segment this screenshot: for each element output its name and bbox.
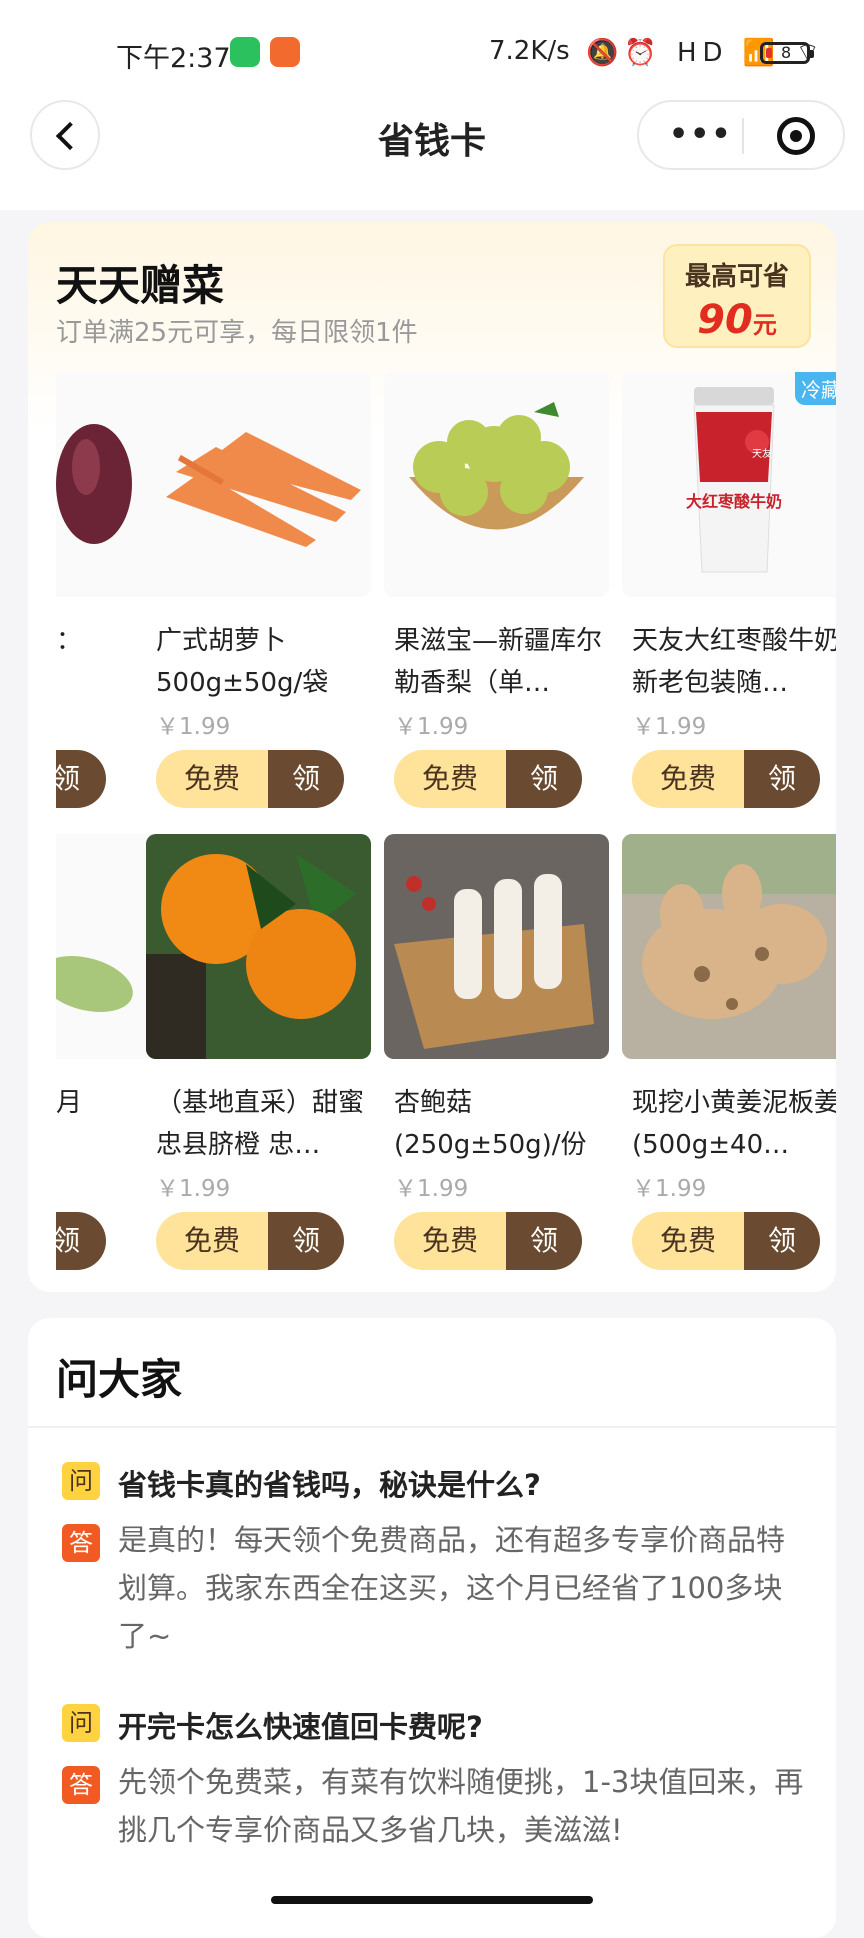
product-name: 天友大红枣酸牛奶 新老包装随… (632, 626, 836, 698)
product-name: 月 (56, 1088, 83, 1118)
free-label: 免费 (632, 750, 744, 808)
product-name: 现挖小黄姜泥板姜 (500g±40… (632, 1088, 836, 1160)
free-grab-button[interactable]: 免费 领 (632, 1212, 820, 1270)
faq-answer: 先领个免费菜，有菜有饮料随便挑，1-3块值回来，再挑几个专享价商品又多省几块，美… (118, 1765, 804, 1847)
daily-free-card: 天天赠菜 订单满25元可享，每日限领1件 最高可省 90元 ： 领 广式胡萝卜5… (28, 222, 836, 1292)
free-grab-button[interactable]: 免费 领 (156, 1212, 344, 1270)
faq-question: 开完卡怎么快速值回卡费呢? (118, 1710, 483, 1744)
free-grab-button[interactable]: 免费 领 (394, 750, 582, 808)
grab-label: 领 (506, 750, 582, 808)
battery-level: 8 (781, 43, 792, 62)
app-notification-icon (270, 37, 300, 67)
free-label: 免费 (632, 1212, 744, 1270)
yogurt-brand: 天友 (752, 447, 772, 460)
product-card[interactable]: 杏鲍菇(250g±50g)/份 ￥1.99 免费 领 (384, 834, 609, 1274)
free-grab-button[interactable]: 免费 领 (632, 750, 820, 808)
status-bar: 下午2:37 7.2K/s 🔕⏰ HD 📶 ⌔ 8 (0, 0, 864, 100)
product-image: 大红枣酸牛奶 天友 冷藏 (622, 372, 836, 597)
product-card-partial[interactable]: ： 领 (56, 372, 156, 812)
free-grab-button[interactable]: 免费 领 (156, 750, 344, 808)
status-time: 下午2:37 (116, 43, 231, 74)
grab-label: 领 (56, 750, 106, 808)
ginger-image (622, 834, 836, 1059)
mushroom-image (384, 834, 609, 1059)
product-price: ￥1.99 (632, 1176, 707, 1202)
product-card[interactable]: 果滋宝—新疆库尔勒香梨（单… ￥1.99 免费 领 (384, 372, 609, 812)
product-price: ￥1.99 (156, 1176, 231, 1202)
product-name: ： (56, 626, 83, 656)
nav-bar: 省钱卡 ••• (0, 100, 864, 210)
grab-label: 领 (744, 1212, 820, 1270)
product-card-partial[interactable]: 月 领 (56, 834, 156, 1274)
more-icon[interactable]: ••• (669, 120, 733, 150)
grab-label: 领 (744, 750, 820, 808)
product-image (146, 372, 371, 597)
grab-label: 领 (268, 1212, 344, 1270)
daily-subtitle: 订单满25元可享，每日限领1件 (56, 318, 418, 348)
grab-button[interactable]: 领 (56, 1212, 106, 1270)
free-label: 免费 (156, 750, 268, 808)
question-tag: 问 (62, 1704, 100, 1742)
product-name: 果滋宝—新疆库尔勒香梨（单… (394, 626, 603, 698)
badge-label: 最高可省 (684, 262, 789, 292)
faq-card: 问大家 问 省钱卡真的省钱吗，秘诀是什么? 答 是真的！每天领个免费商品，还有超… (28, 1318, 836, 1938)
product-price: ￥1.99 (156, 714, 231, 740)
product-card[interactable]: （基地直采）甜蜜忠县脐橙 忠… ￥1.99 免费 领 (146, 834, 371, 1274)
grab-label: 领 (506, 1212, 582, 1270)
answer-tag: 答 (62, 1766, 100, 1804)
question-tag: 问 (62, 1462, 100, 1500)
yogurt-label: 大红枣酸牛奶 (686, 492, 782, 511)
grab-label: 领 (268, 750, 344, 808)
free-label: 免费 (394, 750, 506, 808)
daily-title: 天天赠菜 (56, 261, 225, 310)
product-image (622, 834, 836, 1059)
battery-icon: 8 (760, 42, 814, 64)
carrot-image (146, 372, 371, 597)
faq-divider (28, 1426, 836, 1428)
grab-label: 领 (56, 1212, 106, 1270)
free-grab-button[interactable]: 免费 领 (394, 1212, 582, 1270)
product-card[interactable]: 大红枣酸牛奶 天友 冷藏 天友大红枣酸牛奶 新老包装随… ￥1.99 免费 领 (622, 372, 836, 812)
faq-title: 问大家 (56, 1355, 183, 1404)
cold-storage-tag: 冷藏 (795, 372, 836, 405)
product-price: ￥1.99 (394, 1176, 469, 1202)
product-price: ￥1.99 (632, 714, 707, 740)
max-saving-badge: 最高可省 90元 (663, 244, 811, 348)
faq-question: 省钱卡真的省钱吗，秘诀是什么? (118, 1468, 541, 1502)
status-net-speed: 7.2K/s (489, 36, 570, 66)
mini-program-capsule: ••• (637, 100, 845, 170)
wechat-icon (230, 37, 260, 67)
product-name: 广式胡萝卜500g±50g/袋 (156, 626, 329, 698)
free-label: 免费 (394, 1212, 506, 1270)
product-name: 杏鲍菇(250g±50g)/份 (394, 1088, 587, 1160)
product-card[interactable]: 现挖小黄姜泥板姜 (500g±40… ￥1.99 免费 领 (622, 834, 836, 1274)
badge-amount: 90 (697, 297, 753, 343)
product-price: ￥1.99 (394, 714, 469, 740)
product-image (146, 834, 371, 1059)
badge-unit: 元 (752, 311, 777, 339)
product-image (384, 834, 609, 1059)
free-label: 免费 (156, 1212, 268, 1270)
capsule-divider (742, 118, 744, 154)
product-image (384, 372, 609, 597)
answer-tag: 答 (62, 1524, 100, 1562)
home-indicator[interactable] (271, 1896, 593, 1904)
close-target-icon[interactable] (777, 117, 815, 155)
orange-image (146, 834, 371, 1059)
faq-answer: 是真的！每天领个免费商品，还有超多专享价商品特划算。我家东西全在这买，这个月已经… (118, 1523, 786, 1653)
product-name: （基地直采）甜蜜忠县脐橙 忠… (156, 1088, 365, 1160)
sweet-potato-image (56, 372, 156, 597)
grab-button[interactable]: 领 (56, 750, 106, 808)
zucchini-image (56, 834, 156, 1059)
pear-basket-image (384, 372, 609, 597)
yogurt-cup-image: 大红枣酸牛奶 天友 (622, 372, 836, 597)
product-card[interactable]: 广式胡萝卜500g±50g/袋 ￥1.99 免费 领 (146, 372, 371, 812)
